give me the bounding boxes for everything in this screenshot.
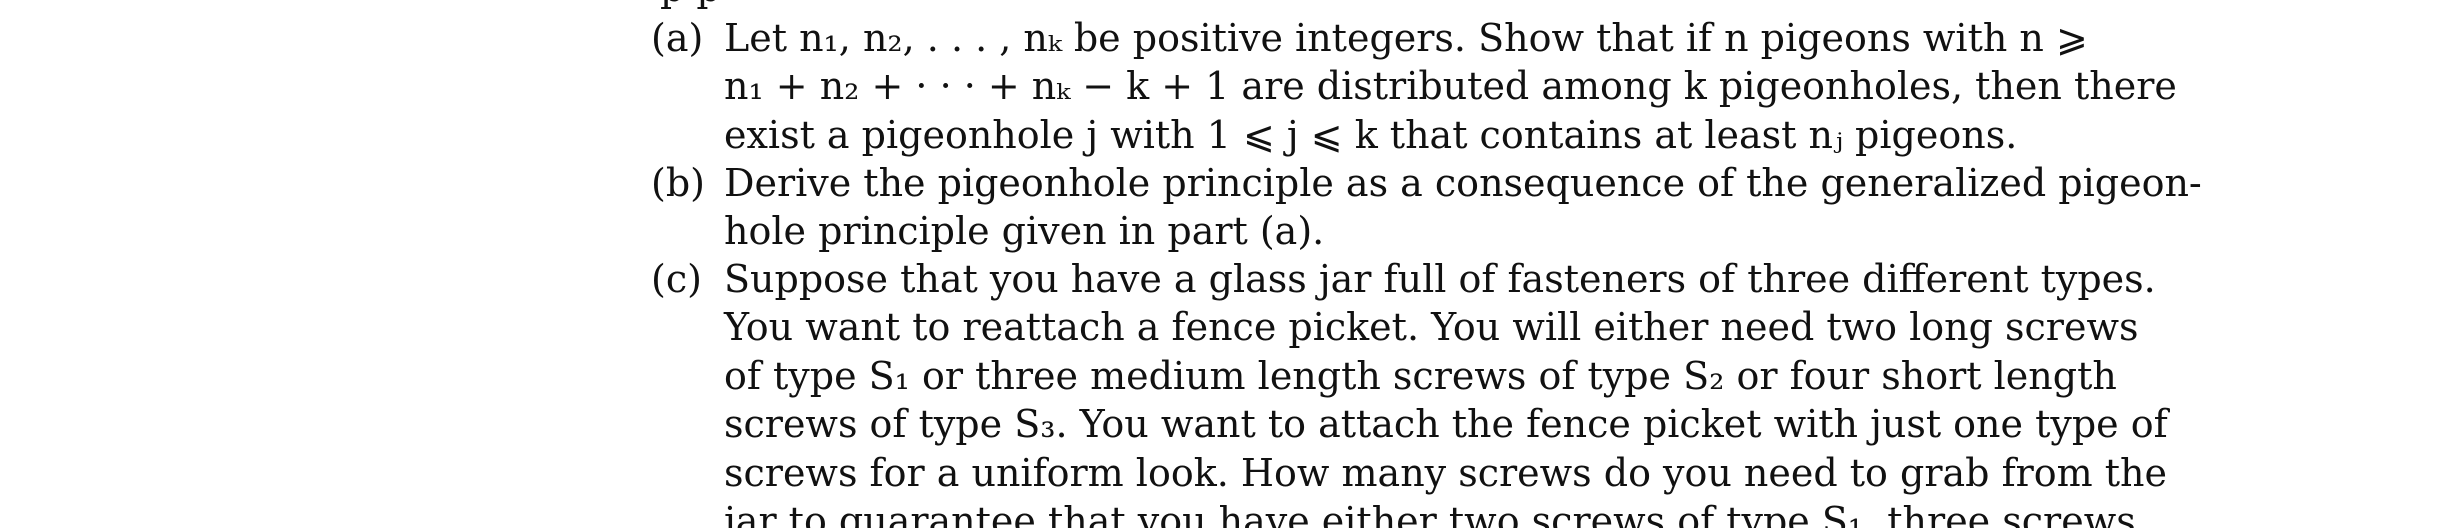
text-line: Let n₁, n₂, . . . , nₖ be positive integ… bbox=[724, 16, 2088, 60]
part-text: Suppose that you have a glass jar full o… bbox=[724, 255, 2168, 528]
text-line: You want to reattach a fence picket. You… bbox=[724, 305, 2139, 350]
exercise-part-c: (c) Suppose that you have a glass jar fu… bbox=[651, 255, 2168, 528]
part-text: Derive the pigeonhole principle as a con… bbox=[724, 159, 2202, 256]
text-line: n₁ + n₂ + · · · + nₖ − k + 1 are distrib… bbox=[724, 64, 2177, 109]
part-label: (c) bbox=[651, 257, 702, 301]
text-line: jar to guarantee that you have either tw… bbox=[724, 499, 2136, 528]
part-label: (a) bbox=[651, 16, 704, 60]
text-line: screws for a uniform look. How many scre… bbox=[724, 450, 2168, 495]
part-label: (b) bbox=[651, 161, 705, 205]
clipped-top-text: p p bbox=[660, 0, 721, 12]
text-line: screws of type S₃. You want to attach th… bbox=[724, 402, 2168, 447]
exercise-part-b: (b) Derive the pigeonhole principle as a… bbox=[651, 159, 2202, 256]
text-line: Suppose that you have a glass jar full o… bbox=[724, 257, 2156, 301]
document-page: p p (a) Let n₁, n₂, . . . , nₖ be positi… bbox=[0, 0, 2448, 528]
text-line: of type S₁ or three medium length screws… bbox=[724, 353, 2117, 398]
part-text: Let n₁, n₂, . . . , nₖ be positive integ… bbox=[724, 14, 2177, 159]
text-line: exist a pigeonhole j with 1 ⩽ j ⩽ k that… bbox=[724, 112, 2018, 157]
exercise-part-a: (a) Let n₁, n₂, . . . , nₖ be positive i… bbox=[651, 14, 2177, 159]
text-line: hole principle given in part (a). bbox=[724, 209, 1325, 254]
text-line: Derive the pigeonhole principle as a con… bbox=[724, 161, 2202, 205]
